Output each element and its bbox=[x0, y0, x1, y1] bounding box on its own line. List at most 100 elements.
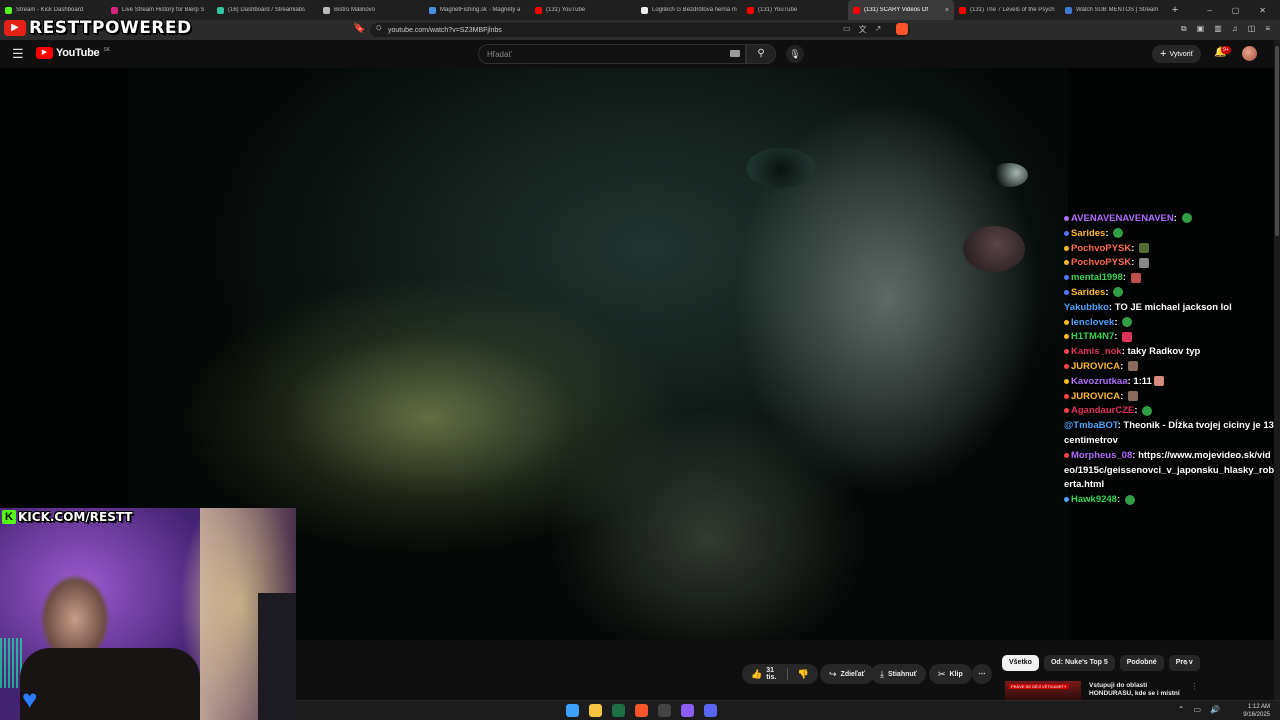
search-button[interactable]: ⚲ bbox=[746, 44, 776, 64]
chat-message: H1TM4N7: bbox=[1064, 330, 1276, 345]
tab-title: Live Stream History for Blerp S bbox=[122, 7, 205, 13]
chat-badge-icon bbox=[1064, 319, 1069, 325]
brave-shields-icon[interactable] bbox=[896, 23, 908, 35]
download-button[interactable]: ⤓ Stiahnuť bbox=[871, 664, 927, 684]
chat-emote-icon bbox=[1142, 405, 1153, 416]
youtube-logo[interactable]: ▶ YouTube SK bbox=[36, 47, 110, 59]
minimize-button[interactable]: – bbox=[1207, 6, 1211, 15]
browser-address-bar: 🔖 ⛭ youtube.com/watch?v=SZ3MBFjlnbs ▭ 文 … bbox=[0, 20, 1280, 40]
taskbar-apps bbox=[566, 704, 717, 717]
kick-url-text: KICK.COM/RESTT bbox=[18, 510, 133, 524]
excel-icon[interactable] bbox=[612, 704, 625, 717]
network-icon[interactable]: ▭ bbox=[1193, 705, 1201, 714]
translate-icon[interactable]: 文 bbox=[859, 24, 867, 35]
chat-message: lenclovek: bbox=[1064, 316, 1276, 331]
chevron-right-icon[interactable]: › bbox=[1185, 657, 1188, 667]
new-tab-button[interactable]: + bbox=[1166, 4, 1184, 16]
chat-emote-icon bbox=[1113, 287, 1124, 298]
browser-tab[interactable]: Logitech G Bezdrôtová herná m bbox=[636, 0, 742, 20]
chat-message: Hawk9248: bbox=[1064, 493, 1276, 508]
related-video-thumbnail[interactable]: PRÁVE SE DĚJÍ VĚTVUMRTY bbox=[1005, 681, 1081, 700]
like-count[interactable]: 31 tis. bbox=[766, 667, 777, 681]
browser-tab[interactable]: Bistro Malinovo bbox=[318, 0, 424, 20]
hamburger-menu-icon[interactable]: ☰ bbox=[12, 46, 24, 62]
chat-emote-icon bbox=[1127, 361, 1138, 372]
obs-icon[interactable] bbox=[658, 704, 671, 717]
share-button[interactable]: ↪ Zdieľať bbox=[820, 664, 874, 684]
volume-icon[interactable]: 🔊 bbox=[1210, 705, 1220, 714]
chat-badge-icon bbox=[1064, 408, 1069, 414]
bookmark-icon[interactable]: 🔖 bbox=[353, 23, 365, 34]
tab-title: (131) YouTube bbox=[546, 7, 586, 13]
tab-favicon-icon bbox=[5, 6, 12, 14]
url-field[interactable]: ⛭ youtube.com/watch?v=SZ3MBFjlnbs bbox=[370, 23, 910, 37]
split-view-icon[interactable]: ◫ bbox=[1248, 24, 1256, 34]
music-icon[interactable]: ♫ bbox=[1232, 24, 1238, 34]
chat-username: AgandaurCZE bbox=[1071, 405, 1135, 417]
related-thumbnail-text: PRÁVE SE DĚJÍ VĚTVUMRTY bbox=[1009, 684, 1069, 689]
discord-icon[interactable] bbox=[704, 704, 717, 717]
close-tab-icon[interactable]: × bbox=[945, 7, 949, 14]
like-icon[interactable]: 👍 bbox=[751, 669, 762, 680]
browser-tab[interactable]: (131) YouTube bbox=[742, 0, 848, 20]
site-info-icon[interactable]: ⛭ bbox=[376, 25, 382, 33]
chat-message: PochvoPYSK: bbox=[1064, 256, 1276, 271]
tab-title: MagnetFishing.sk - Magnety a bbox=[440, 7, 521, 13]
filter-chip[interactable]: Od: Nuke's Top 5 bbox=[1043, 655, 1115, 671]
kick-logo-icon: K bbox=[2, 510, 16, 524]
account-avatar[interactable] bbox=[1242, 46, 1257, 61]
url-tools: ▭ 文 ↗ bbox=[843, 24, 881, 35]
related-video-item[interactable]: PRÁVE SE DĚJÍ VĚTVUMRTY Vstupuji do obla… bbox=[1005, 681, 1195, 700]
chat-badge-icon bbox=[1064, 260, 1069, 266]
chat-username: PochvoPYSK bbox=[1071, 242, 1132, 254]
brave-icon[interactable] bbox=[635, 704, 648, 717]
keyboard-icon[interactable] bbox=[730, 50, 740, 57]
chat-message: Yakubbko: TO JE michael jackson lol bbox=[1064, 301, 1232, 313]
browser-tab[interactable]: (131) YouTube bbox=[530, 0, 636, 20]
maximize-button[interactable]: ▢ bbox=[1232, 6, 1240, 15]
chat-username: JUROVICA bbox=[1071, 390, 1121, 402]
extensions-icon[interactable]: ⧉ bbox=[1181, 24, 1187, 34]
voice-search-button[interactable]: 🎙 bbox=[786, 45, 804, 63]
chat-username: PochvoPYSK bbox=[1071, 257, 1132, 269]
chat-badge-icon bbox=[1064, 215, 1069, 221]
tab-title: (131) YouTube bbox=[758, 7, 798, 13]
streamlabs-icon[interactable] bbox=[681, 704, 694, 717]
like-dislike-group: 👍 31 tis. 👎 bbox=[742, 664, 818, 684]
browser-tab[interactable]: (131) SCARY Videos Of × bbox=[848, 0, 954, 20]
wallet-icon[interactable]: ▣ bbox=[1197, 24, 1205, 34]
menu-icon[interactable]: ≡ bbox=[1265, 24, 1270, 34]
more-icon: ⋯ bbox=[978, 671, 986, 678]
browser-tab[interactable]: MagnetFishing.sk - Magnety a bbox=[424, 0, 530, 20]
taskbar-clock[interactable]: 1:12 AM 9/16/2025 bbox=[1243, 703, 1270, 719]
video-cat-nose bbox=[963, 226, 1025, 272]
browser-tab[interactable]: Watch SUB MENTOS | Stream bbox=[1060, 0, 1166, 20]
file-explorer-icon[interactable] bbox=[589, 704, 602, 717]
cast-icon[interactable]: ▭ bbox=[843, 24, 851, 35]
search-icon: ⚲ bbox=[757, 48, 765, 59]
sidebar-icon[interactable]: ▥ bbox=[1214, 24, 1222, 34]
share-page-icon[interactable]: ↗ bbox=[875, 24, 882, 35]
create-button[interactable]: + Vytvoriť bbox=[1152, 45, 1202, 63]
chat-message: @TmbaBOT: Theonik - Dĺžka tvojej ciciny … bbox=[1064, 420, 1274, 446]
windows-start-icon[interactable] bbox=[566, 704, 579, 717]
more-actions-button[interactable]: ⋯ bbox=[972, 664, 992, 684]
scrollbar-thumb[interactable] bbox=[1275, 46, 1279, 236]
tab-favicon-icon bbox=[747, 6, 754, 14]
chat-badge-icon bbox=[1064, 393, 1069, 399]
webcam-streamer-body bbox=[20, 648, 200, 720]
browser-tab[interactable]: (131) The 7 Levels of the Psych bbox=[954, 0, 1060, 20]
related-video-title[interactable]: Vstupuji do oblasti HONDURASU, kde se i … bbox=[1089, 682, 1189, 698]
filter-chip[interactable]: Podobné bbox=[1119, 655, 1164, 671]
tray-chevron-icon[interactable]: ⌃ bbox=[1178, 705, 1185, 714]
clip-button[interactable]: ✂ Klip bbox=[929, 664, 972, 684]
browser-tab[interactable]: (16) Dashboard / Streamlabs bbox=[212, 0, 318, 20]
kebab-menu-icon[interactable]: ⋮ bbox=[1191, 682, 1195, 691]
close-window-button[interactable]: ✕ bbox=[1259, 6, 1266, 15]
webcam-lights bbox=[0, 638, 22, 688]
filter-chip[interactable]: Všetko bbox=[1002, 655, 1039, 671]
clock-time: 1:12 AM bbox=[1247, 704, 1270, 710]
search-input[interactable]: Hľadať bbox=[478, 44, 746, 64]
chat-username: AVENAVENAVENAVEN bbox=[1071, 213, 1174, 224]
dislike-icon[interactable]: 👎 bbox=[798, 669, 809, 680]
